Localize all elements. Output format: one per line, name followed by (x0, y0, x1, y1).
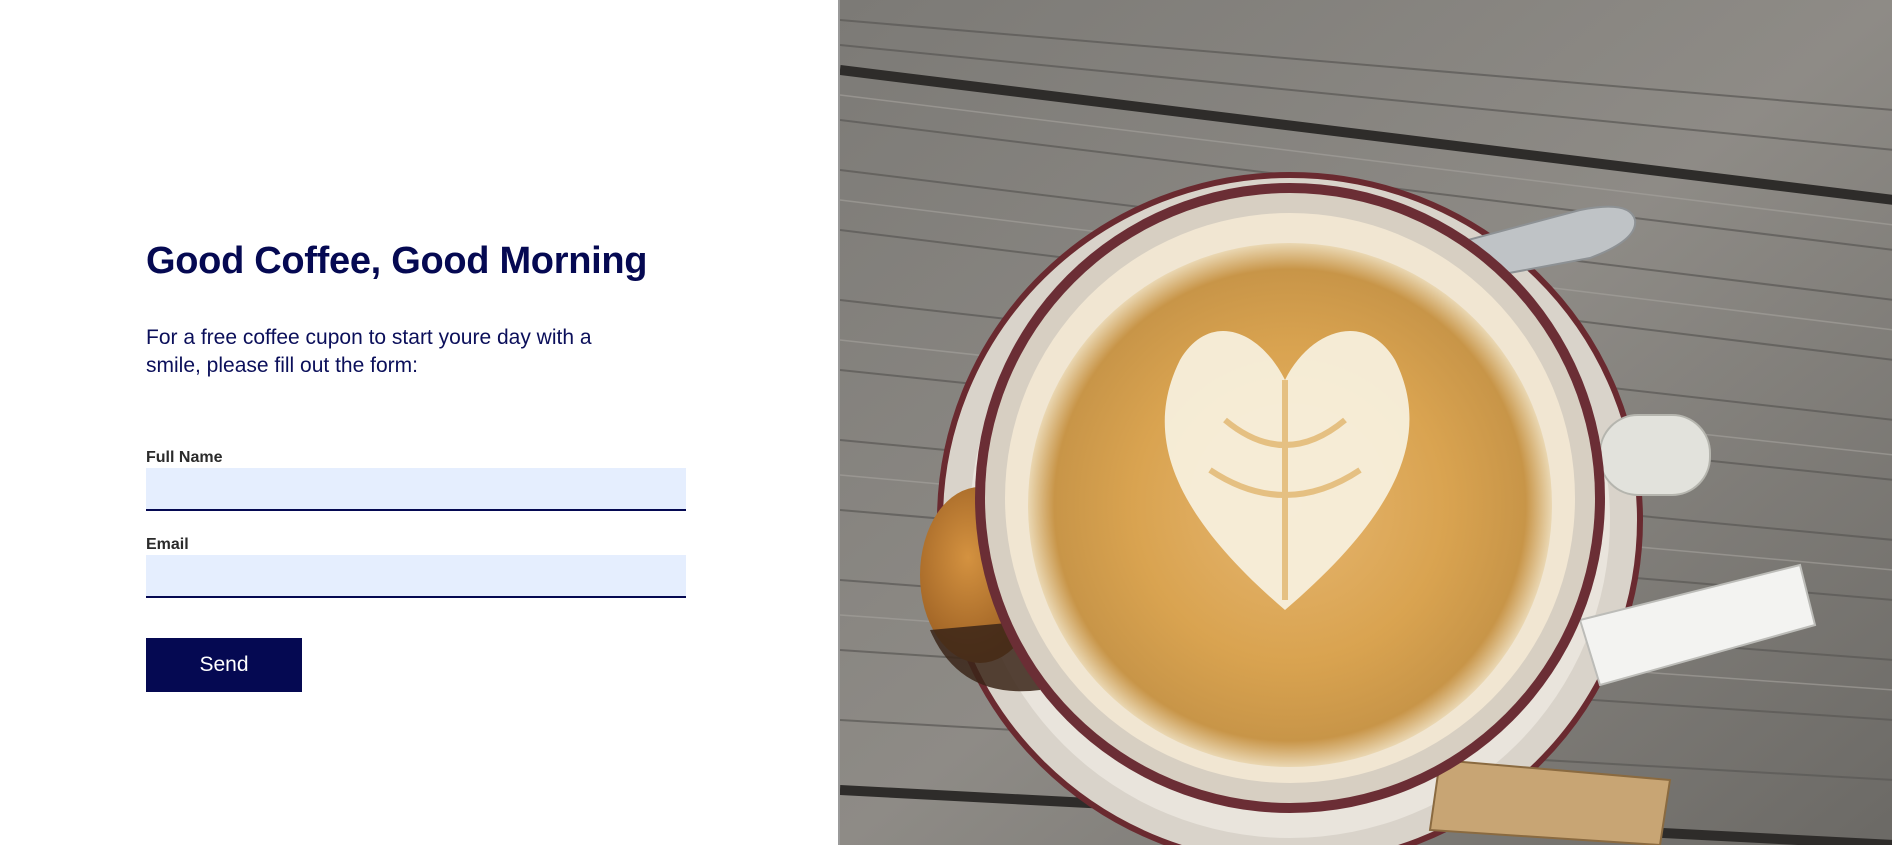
send-button[interactable]: Send (146, 638, 302, 692)
cup-handle (1599, 414, 1711, 496)
left-panel: Good Coffee, Good Morning For a free cof… (0, 0, 838, 845)
email-input[interactable] (146, 555, 686, 598)
full-name-label: Full Name (146, 449, 223, 466)
hero-image (838, 0, 1892, 845)
email-field-group: Email (146, 535, 686, 598)
latte-photo-illustration (840, 0, 1892, 845)
full-name-input[interactable] (146, 468, 686, 511)
form-content: Good Coffee, Good Morning For a free cof… (146, 238, 686, 692)
page-title: Good Coffee, Good Morning (146, 240, 648, 282)
full-name-field-group: Full Name (146, 448, 686, 511)
intro-text: For a free coffee cupon to start youre d… (146, 326, 592, 377)
email-label: Email (146, 536, 189, 553)
coupon-form: Full Name Email Send (146, 448, 686, 692)
